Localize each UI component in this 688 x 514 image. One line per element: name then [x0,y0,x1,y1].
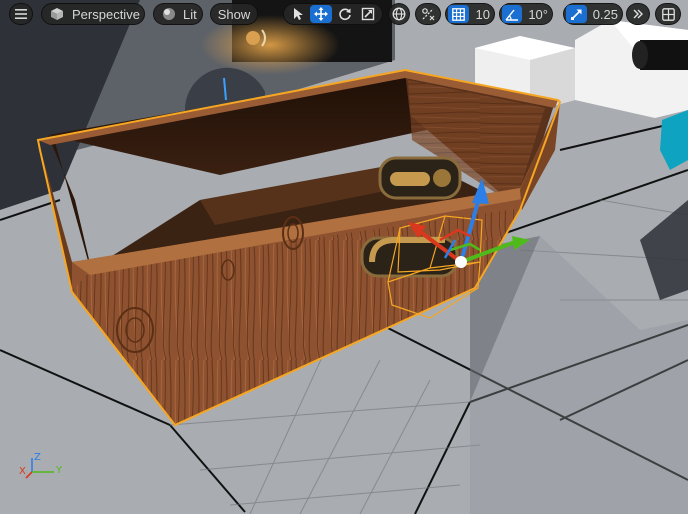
scale-snap-value[interactable]: 0.25 [591,7,620,22]
lighting-mode-button[interactable]: Lit [153,3,203,25]
scale-tool-button[interactable] [357,4,379,24]
box-handle-front[interactable] [360,236,459,278]
gizmo-center[interactable] [455,256,467,268]
viewport-layout-button[interactable] [655,3,681,25]
select-tool-button[interactable] [287,4,309,24]
rotate-tool-button[interactable] [334,4,356,24]
grid-icon [451,7,465,21]
axis-z-label: Z [34,452,41,463]
lit-sphere-icon [163,8,175,20]
axis-indicator: Z X Y [18,452,70,484]
rotation-snap-group: 10° [499,3,553,25]
view-mode-button[interactable]: Perspective [41,3,145,25]
grid-snap-toggle[interactable] [448,5,469,23]
scale-icon [361,7,375,21]
show-label: Show [217,6,251,22]
rotation-snap-value[interactable]: 10° [526,7,550,22]
scale-snap-toggle[interactable] [566,5,587,23]
hamburger-menu-icon [15,9,27,19]
viewport-menu-button[interactable] [9,3,33,25]
axis-x-label: X [19,466,26,477]
grid-snap-value[interactable]: 10 [474,7,492,22]
camera-actor[interactable] [632,40,688,70]
surface-snapping-button[interactable] [415,3,441,25]
lighting-mode-label: Lit [183,6,197,22]
grid-snap-group: 10 [445,3,495,25]
translate-tool-button[interactable] [310,5,333,23]
move-arrows-icon [314,7,329,21]
rotation-snap-toggle[interactable] [502,5,523,23]
layout-grid-icon [661,7,675,21]
perspective-cube-icon [51,8,63,20]
rotate-icon [338,8,351,21]
scale-snap-group: 0.25 [563,3,623,25]
axis-y-label: Y [56,465,63,476]
transform-tools-group [283,3,383,25]
double-chevron-right-icon [633,9,643,19]
scale-snap-icon [570,9,582,20]
more-options-button[interactable] [626,3,650,25]
viewport-scene[interactable] [0,0,688,514]
cursor-arrow-icon [294,8,303,20]
view-mode-label: Perspective [72,6,140,22]
show-flags-button[interactable]: Show [210,3,258,25]
box-handle-back[interactable] [378,156,462,200]
editor-viewport[interactable]: Perspective Lit Show 10 10° 0.25 Z X Y [0,0,688,514]
surface-snap-icon [422,8,435,21]
angle-icon [505,9,519,21]
coordinate-space-button[interactable] [388,3,410,25]
globe-icon [392,7,406,21]
